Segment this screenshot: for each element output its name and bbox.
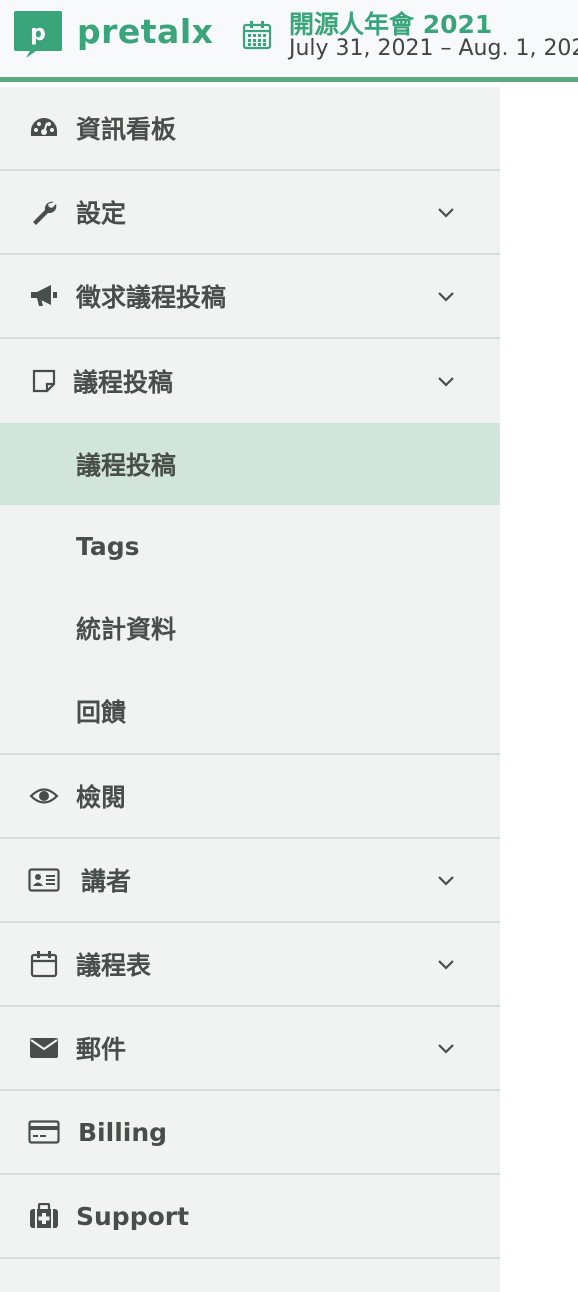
pretalx-logo-icon[interactable]: p	[12, 11, 64, 59]
submenu-item-label: 回饋	[76, 698, 127, 727]
id-card-icon	[28, 866, 60, 894]
sidebar-item-support[interactable]: Support	[0, 1175, 500, 1259]
sidebar-item-schedule[interactable]: 議程表	[0, 923, 500, 1007]
submenu-item-label: 統計資料	[76, 615, 177, 644]
envelope-icon	[28, 1034, 60, 1062]
submenu-item-label: Tags	[76, 531, 140, 561]
sidebar-item-label: 講者	[81, 867, 132, 896]
top-navbar: p pretalx 開源人年會 2021 July 31, 2021 – Aug…	[0, 0, 578, 82]
chevron-down-icon[interactable]	[436, 1041, 456, 1055]
brand-name[interactable]: pretalx	[77, 12, 213, 51]
chevron-down-icon[interactable]	[436, 289, 456, 303]
sidebar: 資訊看板 設定 徵求議程投稿 議程投稿 議程投稿 Tags 統計資料 回饋 檢閱…	[0, 87, 500, 1292]
sticky-note-icon	[28, 367, 60, 395]
wrench-icon	[28, 198, 60, 226]
sidebar-item-speakers[interactable]: 講者	[0, 839, 500, 923]
eye-icon	[28, 782, 60, 810]
submenu-item-submissions[interactable]: 議程投稿	[0, 423, 500, 505]
sidebar-item-review[interactable]: 檢閱	[0, 755, 500, 839]
sidebar-item-label: Support	[76, 1201, 190, 1231]
sidebar-item-billing[interactable]: Billing	[0, 1091, 500, 1175]
credit-card-icon	[28, 1118, 60, 1146]
sidebar-item-mails[interactable]: 郵件	[0, 1007, 500, 1091]
event-dates: July 31, 2021 – Aug. 1, 2021	[289, 36, 578, 61]
sidebar-item-settings[interactable]: 設定	[0, 171, 500, 255]
calendar-icon	[242, 21, 272, 50]
svg-text:p: p	[30, 21, 46, 46]
sidebar-item-label: 郵件	[76, 1035, 127, 1064]
sidebar-item-label: 資訊看板	[76, 115, 177, 144]
dashboard-icon	[28, 114, 60, 142]
sidebar-item-label: 檢閱	[76, 783, 127, 812]
chevron-down-icon[interactable]	[436, 957, 456, 971]
sidebar-item-label: 議程表	[76, 951, 152, 980]
sidebar-item-label: Billing	[78, 1117, 168, 1147]
sidebar-item-dashboard[interactable]: 資訊看板	[0, 87, 500, 171]
sidebar-item-label: 議程投稿	[73, 368, 174, 397]
megaphone-icon	[28, 282, 60, 310]
chevron-down-icon[interactable]	[436, 873, 456, 887]
chevron-down-icon[interactable]	[436, 374, 456, 388]
submenu-item-feedback[interactable]: 回饋	[0, 669, 500, 753]
submissions-submenu: 議程投稿 Tags 統計資料 回饋	[0, 423, 500, 755]
sidebar-item-submissions[interactable]: 議程投稿	[0, 339, 500, 423]
chevron-down-icon[interactable]	[436, 205, 456, 219]
sidebar-item-cfp[interactable]: 徵求議程投稿	[0, 255, 500, 339]
submenu-item-tags[interactable]: Tags	[0, 505, 500, 587]
calendar-icon	[28, 950, 60, 978]
sidebar-item-label: 徵求議程投稿	[76, 283, 227, 312]
submenu-item-statistics[interactable]: 統計資料	[0, 587, 500, 669]
submenu-item-label: 議程投稿	[76, 451, 177, 480]
medkit-icon	[28, 1202, 60, 1230]
sidebar-item-label: 設定	[76, 199, 127, 228]
